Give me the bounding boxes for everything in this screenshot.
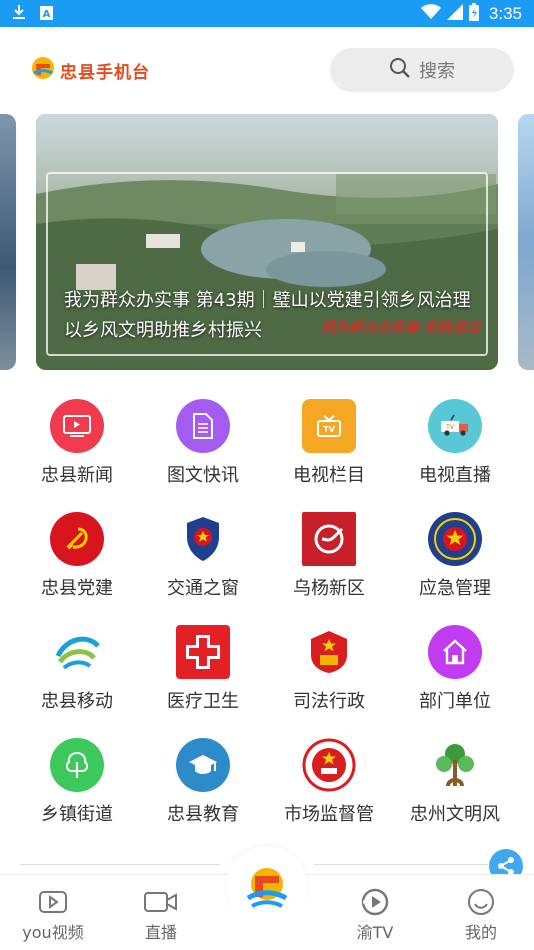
grid-item-party[interactable]: 忠县党建	[14, 508, 140, 608]
grid-label: 乌杨新区	[293, 578, 365, 599]
emergency-emblem-icon	[428, 512, 482, 566]
grid-label: 部门单位	[419, 691, 491, 712]
grid-item-departments[interactable]: 部门单位	[392, 621, 518, 721]
nav-center-home[interactable]	[226, 846, 308, 928]
grid-label: 市场监督管	[284, 804, 374, 825]
app-logo: 忠县手机台	[30, 55, 150, 85]
grid-label: 司法行政	[293, 691, 365, 712]
search-placeholder: 搜索	[419, 61, 455, 82]
notification-a-icon: A	[40, 5, 53, 24]
party-emblem-icon	[50, 512, 104, 566]
app-header: 忠县手机台 搜索	[0, 27, 534, 112]
civilization-tree-icon	[428, 738, 482, 792]
smile-icon	[436, 885, 526, 919]
grid-label: 交通之窗	[167, 578, 239, 599]
grid-label: 医疗卫生	[167, 691, 239, 712]
banner-prev-slide[interactable]	[0, 114, 16, 370]
tv-news-icon	[50, 399, 104, 453]
grid-label: 电视栏目	[293, 465, 365, 486]
wifi-icon	[420, 4, 441, 24]
tv-play-icon	[330, 885, 420, 919]
tv-program-icon: TV	[302, 399, 356, 453]
grid-label: 忠县移动	[41, 691, 113, 712]
nav-item-live[interactable]: 直播	[116, 885, 206, 943]
grid-label: 忠县党建	[41, 578, 113, 599]
market-supervision-icon	[302, 738, 356, 792]
nav-item-you-video[interactable]: you视频	[8, 885, 98, 943]
nav-divider-right	[314, 864, 490, 865]
search-icon	[389, 57, 411, 83]
svg-text:TV: TV	[445, 424, 455, 431]
wuyang-logo-icon	[302, 512, 356, 566]
graduation-cap-icon	[176, 738, 230, 792]
logo-icon	[30, 55, 56, 85]
grid-item-market-supervision[interactable]: 市场监督管	[266, 734, 392, 834]
logo-text: 忠县手机台	[60, 62, 150, 83]
grid-item-news[interactable]: 忠县新闻	[14, 395, 140, 495]
svg-text:A: A	[43, 9, 51, 20]
nav-item-yu-tv[interactable]: 渝TV	[330, 885, 420, 943]
grid-label: 忠县新闻	[41, 465, 113, 486]
banner-next-slide[interactable]	[518, 114, 534, 370]
grid-item-traffic[interactable]: 交通之窗	[140, 508, 266, 608]
grid-item-education[interactable]: 忠县教育	[140, 734, 266, 834]
red-cross-icon	[176, 625, 230, 679]
police-emblem-icon	[176, 512, 230, 566]
nav-divider-left	[20, 864, 220, 865]
signal-icon	[446, 4, 463, 24]
camera-icon	[116, 885, 206, 919]
nav-label: 我的	[464, 923, 497, 942]
grid-label: 图文快讯	[167, 465, 239, 486]
grid-item-mobile[interactable]: 忠县移动	[14, 621, 140, 721]
grid-label: 忠州文明风	[410, 804, 500, 825]
app-logo-icon	[246, 868, 288, 908]
status-time: 3:35	[488, 4, 522, 23]
nav-label: 直播	[144, 923, 177, 942]
grid-item-quick-news[interactable]: 图文快讯	[140, 395, 266, 495]
svg-text:TV: TV	[323, 425, 335, 434]
grid-item-live-tv[interactable]: TV 电视直播	[392, 395, 518, 495]
banner-title: 我为群众办实事 第43期｜璧山以党建引领乡风治理 以乡风文明助推乡村振兴	[64, 290, 471, 341]
nav-item-mine[interactable]: 我的	[436, 885, 526, 943]
download-icon	[12, 4, 26, 24]
status-bar: A 3:35	[0, 0, 534, 27]
video-play-icon	[8, 885, 98, 919]
grid-label: 应急管理	[419, 578, 491, 599]
grid-item-towns[interactable]: 乡镇街道	[14, 734, 140, 834]
nav-label: 渝TV	[356, 923, 394, 942]
battery-icon	[468, 3, 479, 25]
grid-item-justice[interactable]: 司法行政	[266, 621, 392, 721]
justice-emblem-icon	[302, 625, 356, 679]
nav-label: you视频	[22, 923, 84, 942]
grid-item-medical[interactable]: 医疗卫生	[140, 621, 266, 721]
share-icon	[498, 857, 514, 875]
grid-item-civilization[interactable]: 忠州文明风	[392, 734, 518, 834]
china-mobile-icon	[50, 625, 104, 679]
grid-label: 忠县教育	[167, 804, 239, 825]
grid-label: 乡镇街道	[41, 804, 113, 825]
document-icon	[176, 399, 230, 453]
broadcast-van-icon: TV	[428, 399, 482, 453]
grid-label: 电视直播	[419, 465, 491, 486]
tree-icon	[50, 738, 104, 792]
home-icon	[428, 625, 482, 679]
grid-item-emergency[interactable]: 应急管理	[392, 508, 518, 608]
grid-item-tv-program[interactable]: TV 电视栏目	[266, 395, 392, 495]
banner-slide[interactable]: 我为群众办实事 第43期｜璧山以党建引领乡风治理 以乡风文明助推乡村振兴 我为群…	[36, 114, 498, 370]
banner-stamp: 我为群众办实事 实践活动	[321, 320, 480, 336]
search-bar[interactable]: 搜索	[330, 48, 514, 92]
grid-item-wuyang[interactable]: 乌杨新区	[266, 508, 392, 608]
